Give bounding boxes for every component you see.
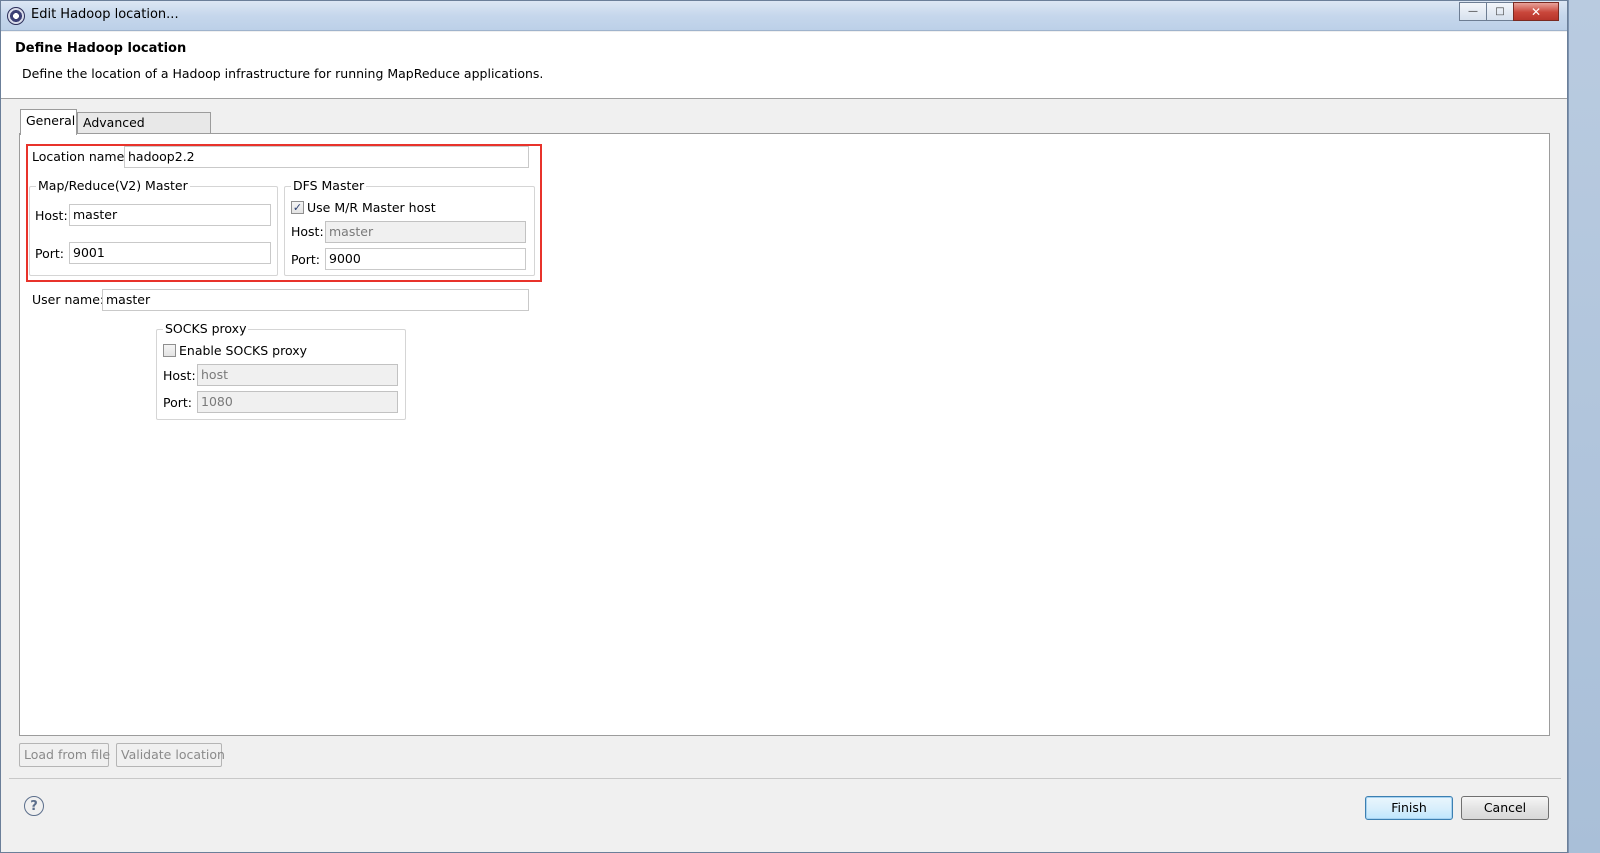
page-description: Define the location of a Hadoop infrastr…	[22, 66, 544, 81]
maximize-button[interactable]: □	[1486, 2, 1514, 21]
socks-port-label: Port:	[163, 395, 192, 410]
page-title: Define Hadoop location	[15, 41, 187, 56]
dialog-header: Define Hadoop location Define the locati…	[1, 32, 1567, 99]
help-icon[interactable]: ?	[24, 796, 44, 816]
background-window-edge	[1568, 0, 1600, 853]
socks-port-input[interactable]: 1080	[197, 391, 398, 413]
close-button[interactable]: ✕	[1513, 2, 1559, 21]
mr-host-input[interactable]: master	[69, 204, 271, 226]
eclipse-icon	[7, 7, 25, 25]
socks-host-input[interactable]: host	[197, 364, 398, 386]
footer-divider	[9, 778, 1561, 779]
dfs-host-label: Host:	[291, 224, 324, 239]
mr-port-input[interactable]: 9001	[69, 242, 271, 264]
socks-proxy-legend: SOCKS proxy	[163, 321, 249, 336]
window-controls: — □ ✕	[1459, 2, 1559, 21]
dfs-host-input[interactable]: master	[325, 221, 526, 243]
use-mr-master-host-label[interactable]: Use M/R Master host	[307, 200, 436, 215]
dfs-master-legend: DFS Master	[291, 178, 367, 193]
load-from-file-button[interactable]: Load from file	[19, 743, 110, 767]
mr-host-label: Host:	[35, 208, 68, 223]
user-name-label: User name:	[32, 292, 105, 307]
mr-port-label: Port:	[35, 246, 64, 261]
finish-button[interactable]: Finish	[1365, 796, 1453, 820]
mr-master-legend: Map/Reduce(V2) Master	[36, 178, 190, 193]
location-name-label: Location name:	[32, 149, 129, 164]
user-name-input[interactable]: master	[102, 289, 529, 311]
location-name-input[interactable]: hadoop2.2	[124, 146, 529, 168]
enable-socks-proxy-label[interactable]: Enable SOCKS proxy	[179, 343, 307, 358]
tab-general[interactable]: General	[20, 109, 77, 135]
dfs-port-input[interactable]: 9000	[325, 248, 526, 270]
validate-location-button[interactable]: Validate location	[116, 743, 225, 767]
use-mr-master-host-checkbox[interactable]: ✓	[291, 201, 304, 214]
title-bar[interactable]: Edit Hadoop location... — □ ✕	[1, 1, 1567, 31]
tab-advanced-parameters[interactable]: Advanced parameters	[77, 112, 211, 145]
window-title: Edit Hadoop location...	[31, 7, 179, 22]
enable-socks-proxy-checkbox[interactable]	[163, 344, 176, 357]
minimize-button[interactable]: —	[1459, 2, 1487, 21]
socks-host-label: Host:	[163, 368, 196, 383]
cancel-button[interactable]: Cancel	[1461, 796, 1549, 820]
edit-hadoop-location-dialog: Edit Hadoop location... — □ ✕ Define Had…	[0, 0, 1568, 853]
dfs-port-label: Port:	[291, 252, 320, 267]
